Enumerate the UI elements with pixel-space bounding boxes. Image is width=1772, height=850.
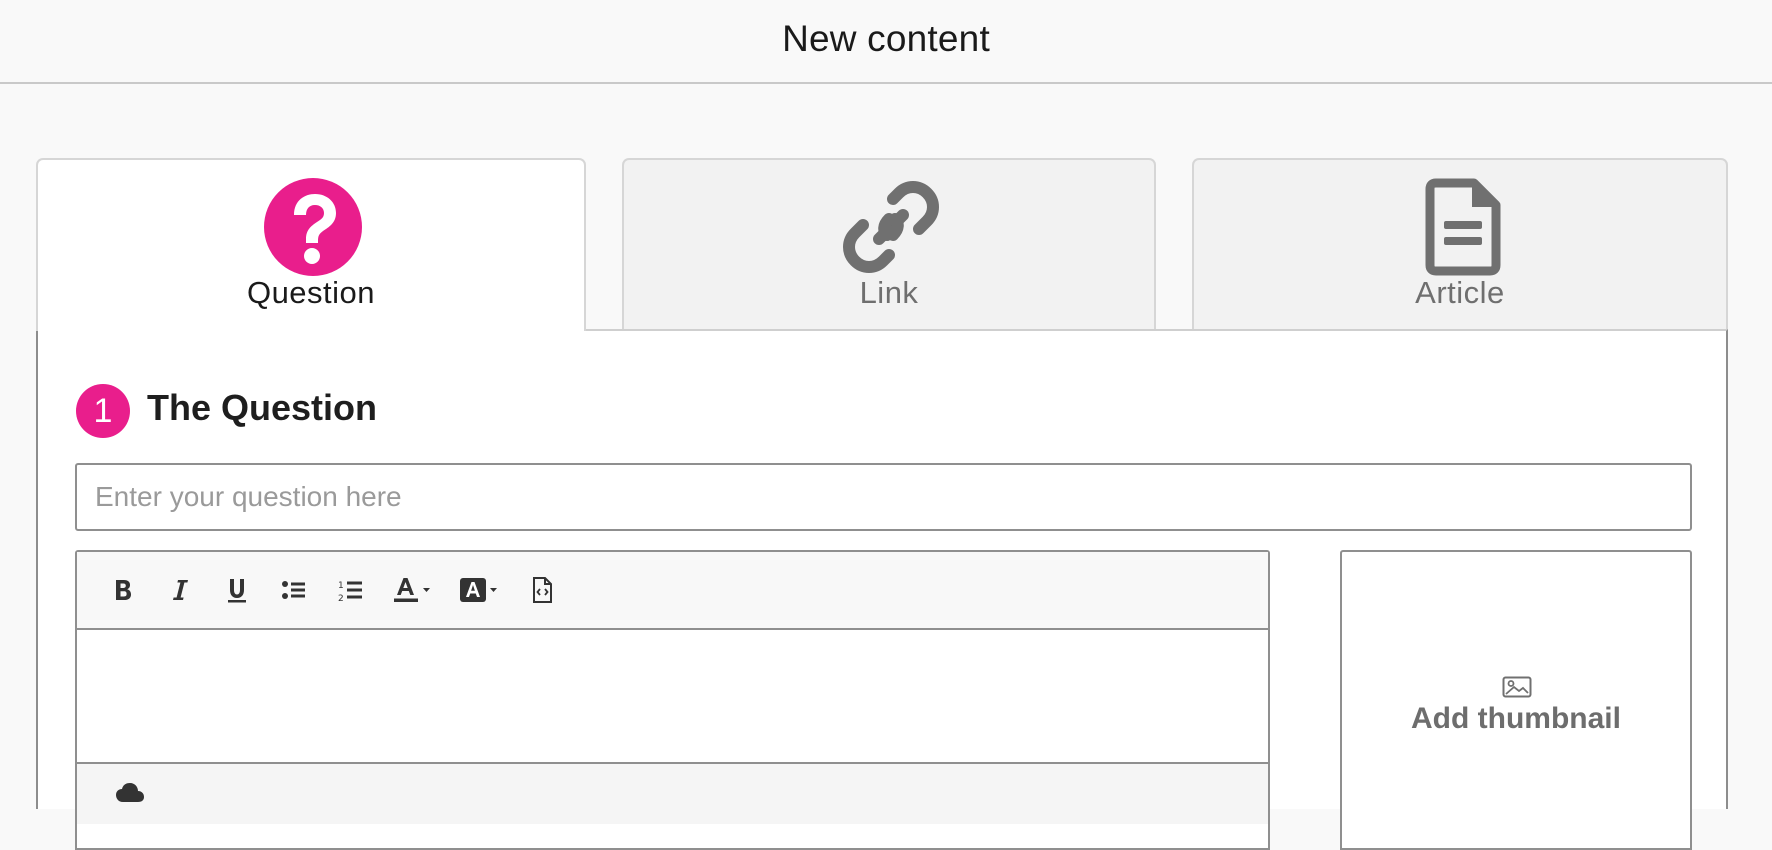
italic-button[interactable]: [160, 570, 200, 610]
tab-question[interactable]: Question: [36, 158, 586, 331]
tab-label: Link: [859, 275, 919, 310]
bold-icon: [116, 580, 131, 600]
text-color-button[interactable]: [388, 570, 438, 610]
question-input[interactable]: [75, 463, 1692, 531]
highlight-color-icon: [460, 578, 497, 602]
tab-label: Question: [246, 275, 376, 310]
tab-link[interactable]: Link: [622, 158, 1156, 329]
svg-text:2: 2: [338, 594, 344, 603]
link-icon: [841, 177, 941, 277]
bulleted-list-icon: [282, 581, 305, 599]
text-color-icon: [394, 578, 430, 602]
bold-button[interactable]: [103, 570, 143, 610]
highlight-color-button[interactable]: [455, 570, 505, 610]
italic-icon: [173, 580, 188, 600]
editor-text-area[interactable]: [77, 630, 1268, 764]
page-title: New content: [782, 18, 990, 59]
add-thumbnail-label: Add thumbnail: [1411, 702, 1621, 735]
bulleted-list-button[interactable]: [274, 570, 314, 610]
document-icon: [1412, 177, 1512, 277]
numbered-list-icon: 1 2: [338, 581, 362, 603]
section-title: The Question: [147, 387, 378, 428]
cloud-icon: [116, 783, 144, 802]
tab-article[interactable]: Article: [1192, 158, 1728, 329]
image-icon: [1502, 676, 1532, 698]
source-code-button[interactable]: [522, 570, 562, 610]
numbered-list-button[interactable]: 1 2: [331, 570, 371, 610]
step-number-badge: 1: [76, 384, 130, 438]
tab-label: Article: [1415, 275, 1505, 310]
page-header: New content: [0, 0, 1772, 84]
editor-footer: [77, 764, 1268, 824]
underline-icon: [228, 579, 246, 603]
content-panel: 1 The Question Enter your question here …: [36, 329, 1728, 850]
svg-text:1: 1: [338, 581, 344, 591]
source-code-icon: [533, 577, 552, 603]
question-circle-icon: [263, 177, 363, 277]
editor-toolbar: 1 2: [77, 552, 1268, 630]
underline-button[interactable]: [217, 570, 257, 610]
add-thumbnail-button[interactable]: Add thumbnail: [1340, 550, 1692, 850]
rich-text-editor: 1 2: [75, 550, 1270, 850]
